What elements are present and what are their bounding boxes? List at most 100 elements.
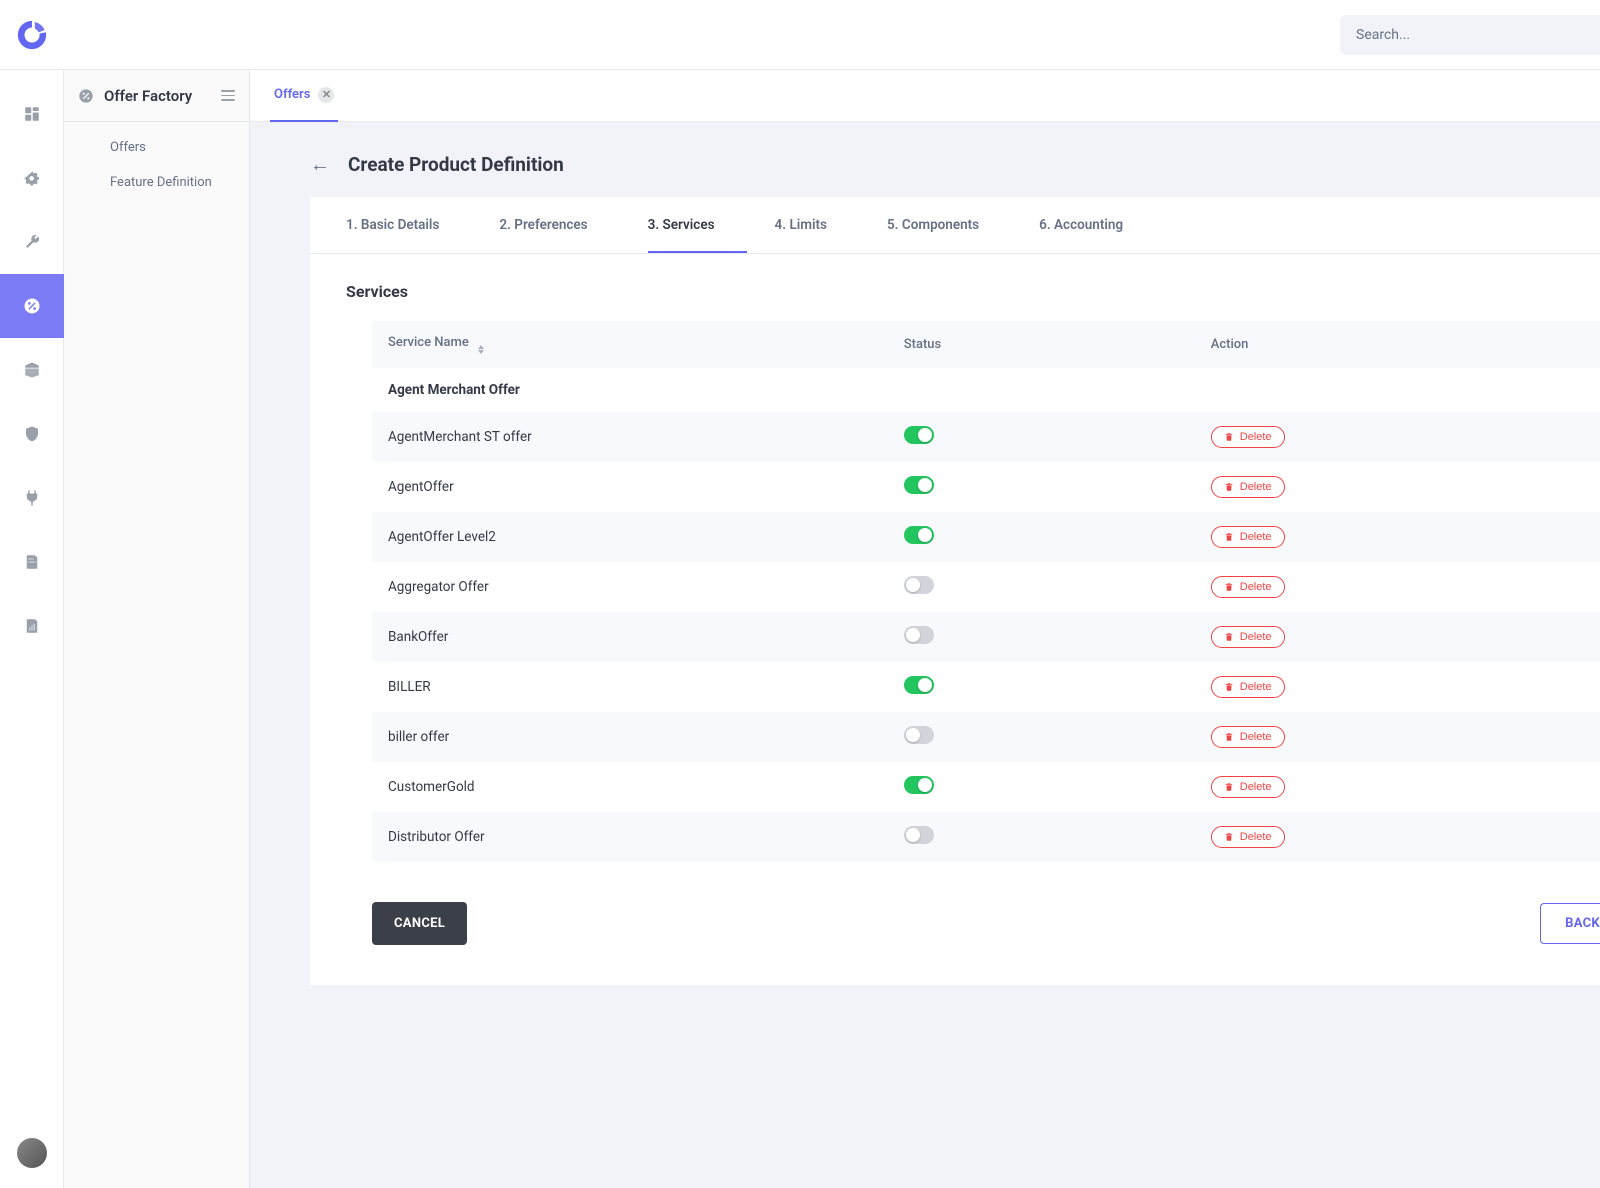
trash-icon [1224,832,1234,842]
status-toggle[interactable] [904,776,934,794]
status-toggle[interactable] [904,576,934,594]
nav-plugin[interactable] [0,466,64,530]
tab-label: Offers [274,87,310,102]
percent-icon [23,297,41,315]
status-toggle[interactable] [904,526,934,544]
cancel-button[interactable]: CANCEL [372,902,467,945]
delete-button[interactable]: Delete [1211,476,1285,498]
status-toggle[interactable] [904,426,934,444]
service-name: AgentMerchant ST offer [372,412,888,462]
plug-icon [23,489,41,507]
delete-button[interactable]: Delete [1211,526,1285,548]
tab-offers[interactable]: Offers ✕ [270,70,338,122]
nav-rail [0,70,64,1188]
wrench-icon [23,233,41,251]
service-name: BankOffer [372,612,888,662]
stepper: 1. Basic Details 2. Preferences 3. Service… [310,197,1600,254]
box-icon [23,361,41,379]
page-title: Create Product Definition [348,153,564,176]
percent-icon [78,88,94,104]
nav-security[interactable] [0,402,64,466]
table-row: AgentOffer Level2 Delete [372,512,1600,562]
table-row: BankOffer Delete [372,612,1600,662]
table-row: Distributor OfferDelete [372,812,1600,862]
step[interactable]: 1. Basic Details [346,197,471,253]
sidepanel: Offer Factory OffersFeature Definition [64,70,250,1188]
delete-button[interactable]: Delete [1211,426,1285,448]
trash-icon [1224,482,1234,492]
search-input[interactable] [1354,26,1586,44]
column-action: Action [1195,321,1600,368]
trash-icon [1224,732,1234,742]
status-toggle[interactable] [904,626,934,644]
table-row: Aggregator Offer Delete [372,562,1600,612]
sidepanel-title: Offer Factory [104,87,192,105]
status-toggle[interactable] [904,726,934,744]
delete-button[interactable]: Delete [1211,676,1285,698]
cogs-icon [23,169,41,187]
nav-report[interactable] [0,594,64,658]
search-input-wrapper[interactable] [1340,15,1600,55]
nav-package[interactable] [0,338,64,402]
step[interactable]: 6. Accounting [1039,197,1155,253]
step[interactable]: 4. Limits [775,197,859,253]
logo-icon [15,18,49,52]
table-row: CustomerGold Delete [372,762,1600,812]
service-name: CustomerGold [372,762,888,812]
step[interactable]: 2. Preferences [499,197,619,253]
card: 1. Basic Details 2. Preferences 3. Service… [310,197,1600,985]
page-header: ← Create Product Definition [310,152,1600,177]
trash-icon [1224,582,1234,592]
table-header-row: Service Name Status Action [372,321,1600,368]
back-button[interactable]: BACK [1540,903,1600,944]
table-row: biller offer Delete [372,712,1600,762]
delete-button[interactable]: Delete [1211,726,1285,748]
column-status: Status [888,321,1195,368]
section-title: Services [310,254,1600,321]
step[interactable]: 5. Components [887,197,1011,253]
content: ← Create Product Definition 1. Basic Det… [250,122,1600,1188]
trash-icon [1224,682,1234,692]
sidepanel-item[interactable]: Feature Definition [64,165,249,200]
close-icon[interactable]: ✕ [318,87,334,103]
sidepanel-header: Offer Factory [64,70,249,122]
delete-button[interactable]: Delete [1211,576,1285,598]
service-name: biller offer [372,712,888,762]
grid-icon [23,105,41,123]
sort-icon [478,345,484,354]
shield-icon [23,425,41,443]
service-name: Aggregator Offer [372,562,888,612]
topbar [0,0,1600,70]
card-footer: CANCEL BACK [310,862,1600,945]
nav-settings[interactable] [0,146,64,210]
delete-button[interactable]: Delete [1211,626,1285,648]
nav-dashboard[interactable] [0,82,64,146]
tabbar: Offers ✕ [250,70,1600,122]
group-name: Agent Merchant Offer [372,368,1600,412]
nav-offer-factory[interactable] [0,274,64,338]
trash-icon [1224,432,1234,442]
back-arrow-icon[interactable]: ← [310,152,330,177]
status-toggle[interactable] [904,826,934,844]
logo[interactable] [0,18,64,52]
table-row: AgentMerchant ST offer Delete [372,412,1600,462]
table-row: AgentOfferDelete [372,462,1600,512]
step[interactable]: 3. Services [648,197,747,253]
services-table: Service Name Status Action Agent Merchan… [372,321,1600,862]
nav-notes[interactable] [0,530,64,594]
sidepanel-item[interactable]: Offers [64,130,249,165]
column-service-name[interactable]: Service Name [372,321,888,368]
service-name: BILLER [372,662,888,712]
service-name: AgentOffer Level2 [372,512,888,562]
table-group-row: Agent Merchant Offer [372,368,1600,412]
status-toggle[interactable] [904,476,934,494]
trash-icon [1224,632,1234,642]
nav-tools[interactable] [0,210,64,274]
trash-icon [1224,782,1234,792]
delete-button[interactable]: Delete [1211,826,1285,848]
sidepanel-toggle[interactable] [221,90,235,101]
delete-button[interactable]: Delete [1211,776,1285,798]
table-row: BILLER Delete [372,662,1600,712]
avatar[interactable] [17,1138,47,1168]
status-toggle[interactable] [904,676,934,694]
